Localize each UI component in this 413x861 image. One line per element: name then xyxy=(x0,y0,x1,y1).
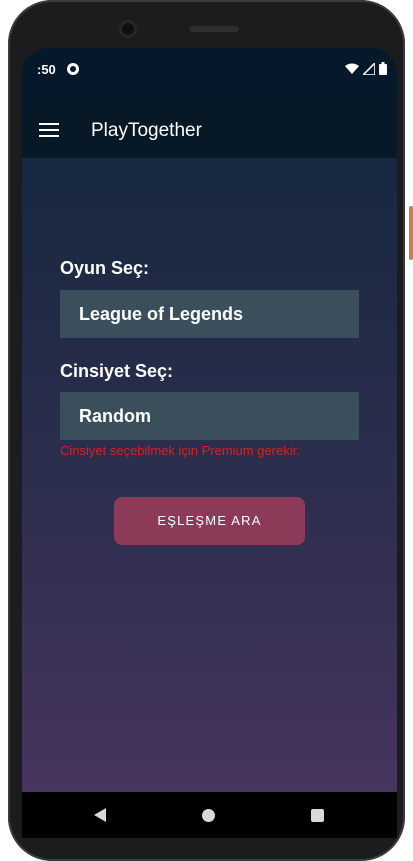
hamburger-menu-icon[interactable] xyxy=(39,123,59,139)
app-screen: :50 PlayTogether Oyun Seç: League of Leg… xyxy=(22,48,397,828)
app-title: PlayTogether xyxy=(91,120,202,141)
status-bar: :50 xyxy=(22,48,397,104)
status-icons xyxy=(345,62,387,75)
home-icon[interactable] xyxy=(202,809,215,822)
battery-icon xyxy=(379,62,387,75)
app-notification-icon xyxy=(67,63,79,75)
signal-icon xyxy=(363,62,375,75)
earpiece-speaker xyxy=(189,26,239,32)
find-match-button[interactable]: EŞLEŞME ARA xyxy=(114,497,305,545)
wifi-icon xyxy=(345,63,359,74)
system-nav-bar xyxy=(22,792,397,838)
gender-select[interactable]: Random xyxy=(60,392,359,440)
gender-select-label: Cinsiyet Seç: xyxy=(60,361,174,381)
premium-required-error: Cinsiyet seçebilmek için Premium gerekir… xyxy=(60,443,300,458)
status-time: :50 xyxy=(37,62,56,77)
power-button xyxy=(409,206,413,260)
front-camera xyxy=(119,20,137,38)
recents-icon[interactable] xyxy=(311,809,324,822)
back-icon[interactable] xyxy=(94,808,106,822)
app-toolbar: PlayTogether xyxy=(22,104,397,158)
game-select[interactable]: League of Legends xyxy=(60,290,359,338)
game-select-label: Oyun Seç: xyxy=(60,258,150,278)
